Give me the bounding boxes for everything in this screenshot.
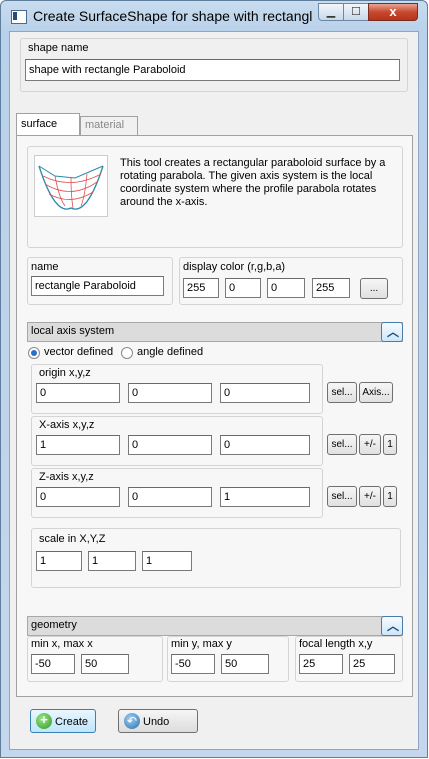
scale-z-input[interactable] <box>142 551 192 571</box>
dialog-window: Create SurfaceShape for shape with recta… <box>0 0 428 758</box>
create-button[interactable]: Create <box>30 709 96 733</box>
local-axis-section-header[interactable]: local axis system ︿ <box>27 322 403 342</box>
maximize-button[interactable]: ☐ <box>343 3 369 21</box>
geometry-collapse-button[interactable]: ︿ <box>381 616 403 636</box>
x-axis-y-input[interactable] <box>128 435 212 455</box>
chevron-up-icon: ︿ <box>387 619 400 633</box>
x-axis-z-input[interactable] <box>220 435 310 455</box>
surface-tab-page: This tool creates a rectangular parabolo… <box>16 135 413 697</box>
origin-y-input[interactable] <box>128 383 212 403</box>
origin-group: origin x,y,z <box>31 364 323 414</box>
local-axis-collapse-button[interactable]: ︿ <box>381 322 403 342</box>
vector-defined-radio[interactable] <box>28 347 40 359</box>
minimize-button[interactable]: ▁ <box>318 3 344 21</box>
angle-defined-label: angle defined <box>137 346 204 358</box>
paraboloid-preview-image <box>34 155 108 217</box>
z-axis-unit-button[interactable]: 1 <box>383 486 397 507</box>
create-button-label: Create <box>55 716 89 728</box>
origin-sel-button[interactable]: sel... <box>327 382 357 403</box>
description-group: This tool creates a rectangular parabolo… <box>27 146 403 248</box>
color-g-input[interactable] <box>225 278 261 298</box>
title-bar[interactable]: Create SurfaceShape for shape with recta… <box>1 1 427 31</box>
x-axis-sel-button[interactable]: sel... <box>327 434 357 455</box>
color-r-input[interactable] <box>183 278 219 298</box>
tab-surface[interactable]: surface <box>16 113 80 135</box>
x-axis-x-input[interactable] <box>36 435 120 455</box>
origin-label: origin x,y,z <box>39 367 91 379</box>
color-picker-button[interactable]: ... <box>360 278 388 299</box>
x-axis-flip-button[interactable]: +/- <box>359 434 381 455</box>
min-x-input[interactable] <box>31 654 75 674</box>
origin-x-input[interactable] <box>36 383 120 403</box>
z-axis-label: Z-axis x,y,z <box>39 471 94 483</box>
description-text: This tool creates a rectangular parabolo… <box>120 157 386 208</box>
z-axis-y-input[interactable] <box>128 487 212 507</box>
z-axis-x-input[interactable] <box>36 487 120 507</box>
app-window-icon <box>11 10 27 24</box>
z-axis-group: Z-axis x,y,z <box>31 468 323 518</box>
shape-name-label: shape name <box>28 42 89 54</box>
color-b-input[interactable] <box>267 278 305 298</box>
angle-defined-radio[interactable] <box>121 347 133 359</box>
name-label: name <box>31 261 59 273</box>
z-axis-flip-button[interactable]: +/- <box>359 486 381 507</box>
shape-name-input[interactable] <box>25 59 400 81</box>
geometry-section-header[interactable]: geometry ︿ <box>27 616 403 636</box>
local-axis-title: local axis system <box>31 325 115 337</box>
focal-x-input[interactable] <box>299 654 343 674</box>
name-group: name <box>27 257 173 305</box>
paraboloid-preview-icon <box>38 165 104 210</box>
y-range-label: min y, max y <box>171 638 232 650</box>
focal-y-input[interactable] <box>349 654 395 674</box>
min-y-input[interactable] <box>171 654 215 674</box>
scale-label: scale in X,Y,Z <box>39 533 106 545</box>
x-range-label: min x, max x <box>31 638 93 650</box>
focal-length-group: focal length x,y <box>295 636 403 682</box>
origin-z-input[interactable] <box>220 383 310 403</box>
undo-button[interactable]: Undo <box>118 709 198 733</box>
undo-button-label: Undo <box>143 716 170 728</box>
x-axis-group: X-axis x,y,z <box>31 416 323 466</box>
tab-material[interactable]: material <box>80 116 138 135</box>
x-axis-unit-button[interactable]: 1 <box>383 434 397 455</box>
x-axis-label: X-axis x,y,z <box>39 419 95 431</box>
scale-y-input[interactable] <box>88 551 136 571</box>
window-title: Create SurfaceShape for shape with recta… <box>33 8 313 24</box>
z-axis-sel-button[interactable]: sel... <box>327 486 357 507</box>
max-y-input[interactable] <box>221 654 269 674</box>
display-color-label: display color (r,g,b,a) <box>183 261 286 273</box>
display-color-group: display color (r,g,b,a) ... <box>179 257 403 305</box>
max-x-input[interactable] <box>81 654 129 674</box>
geometry-title: geometry <box>31 619 77 631</box>
x-range-group: min x, max x <box>27 636 163 682</box>
y-range-group: min y, max y <box>167 636 289 682</box>
name-input[interactable] <box>31 276 164 296</box>
close-button[interactable]: x <box>368 3 418 21</box>
origin-axis-button[interactable]: Axis... <box>359 382 393 403</box>
scale-x-input[interactable] <box>36 551 82 571</box>
undo-icon <box>124 713 140 729</box>
color-a-input[interactable] <box>312 278 350 298</box>
z-axis-z-input[interactable] <box>220 487 310 507</box>
vector-defined-label: vector defined <box>44 346 114 358</box>
shape-name-group: shape name <box>20 38 408 92</box>
focal-length-label: focal length x,y <box>299 638 373 650</box>
chevron-up-icon: ︿ <box>387 325 400 339</box>
dialog-client-area: shape name surface material <box>9 31 419 750</box>
scale-group: scale in X,Y,Z <box>31 528 401 588</box>
create-icon <box>36 712 52 729</box>
